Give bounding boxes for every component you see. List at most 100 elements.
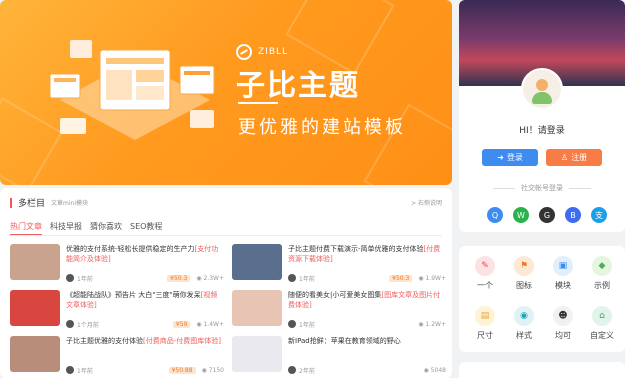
page: ZIBLL 子比主题 更优雅的建站模板 HI！请登录 ➜ 登录 ♙ 注册 社交帐… [0,0,625,378]
user-icon: ➜ [497,153,504,162]
post-thumbnail[interactable] [232,290,282,326]
post-meta: 1年前 ◉ 1.2W+ [288,319,446,329]
view-count: ◉ 1.4W+ [196,320,224,328]
post-thumbnail[interactable] [10,290,60,326]
banner-title: 子比主题 [236,68,361,102]
register-button[interactable]: ♙ 注册 [546,149,602,166]
tab-1[interactable]: 科技早报 [50,221,82,236]
tab-2[interactable]: 猜你喜欢 [90,221,122,236]
post-thumbnail[interactable] [232,244,282,280]
icon-item-0[interactable]: ✎ 一个 [465,256,505,291]
hero-banner[interactable]: ZIBLL 子比主题 更优雅的建站模板 [0,0,452,185]
login-button[interactable]: ➜ 登录 [482,149,538,166]
icon-item-4-icon: ▤ [475,306,495,326]
section-subtitle: 文章mini模块 [51,200,88,207]
icon-item-2-icon: ▣ [553,256,573,276]
post-time: 2年前 [299,367,315,375]
banner-subtitle: 更优雅的建站模板 [238,117,406,138]
logo-text: ZIBLL [258,47,289,57]
icon-item-5-icon: ◉ [514,306,534,326]
author-avatar[interactable] [288,366,296,374]
user-card: HI！请登录 ➜ 登录 ♙ 注册 社交帐号登录 QWGB支 [459,0,625,232]
icon-item-6[interactable]: ☻ 均可 [543,306,583,341]
view-count: ◉ 1.2W+ [418,320,446,328]
icon-item-5[interactable]: ◉ 样式 [504,306,544,341]
post-time: 1年前 [299,275,315,283]
social-login-icons: QWGB支 [487,207,607,223]
icon-item-label: 示例 [594,281,610,290]
post-title[interactable]: 子比主题优雅的支付体验[付费商品-付费图库体验] [66,336,224,346]
avatar[interactable] [521,68,563,110]
author-avatar[interactable] [66,366,74,374]
author-avatar[interactable] [288,320,296,328]
icon-item-label: 均可 [555,331,571,340]
greeting-text: HI！请登录 [519,126,565,136]
wechat-icon[interactable]: W [513,207,529,223]
qq-icon[interactable]: Q [487,207,503,223]
social-login-label: 社交帐号登录 [459,183,625,193]
tabs-divider [10,235,442,236]
post-time: 1年前 [299,321,315,329]
icon-item-6-icon: ☻ [553,306,573,326]
post-meta: 1个月前 ¥59 ◉ 1.4W+ [66,319,224,329]
view-count: ◉ 5048 [423,366,446,374]
author-avatar[interactable] [288,274,296,282]
posts-section: 多栏目 文章mini模块 > 右侧说明 热门文章 科技早报 猜你喜欢 SEO教程 优雅… [0,188,452,378]
author-avatar[interactable] [66,274,74,282]
post-time: 1年前 [77,275,93,283]
post-meta: 2年前 ◉ 5048 [288,365,446,375]
user-add-icon: ♙ [560,153,569,162]
price-badge: ¥50.3 [389,274,413,282]
post-item[interactable]: 《超能陆战队》预告片 大白"三度"萌你发呆[视频文章体验] 1个月前 ¥59 ◉ 1.… [10,290,224,338]
post-time: 1年前 [77,367,93,375]
icon-item-label: 一个 [477,281,493,290]
icon-item-label: 自定义 [590,331,614,340]
post-thumbnail[interactable] [10,244,60,280]
view-count: ◉ 2.3W+ [196,274,224,282]
post-item[interactable]: 新IPad抢鲜：苹果在教育领域的野心 2年前 ◉ 5048 [232,336,446,378]
icon-item-label: 图标 [516,281,532,290]
post-item[interactable]: 子比主题付费下载演示-简单优雅的支付体验[付费资源下载体验] 1年前 ¥50.3 ◉ … [232,244,446,292]
tab-3[interactable]: SEO教程 [130,221,162,236]
author-avatar[interactable] [66,320,74,328]
post-item[interactable]: 子比主题优雅的支付体验[付费商品-付费图库体验] 1年前 ¥50.88 ◉ 7150 [10,336,224,378]
post-meta: 1年前 ¥50.3 ◉ 2.3W+ [66,273,224,283]
alipay-icon[interactable]: 支 [591,207,607,223]
icon-item-label: 尺寸 [477,331,493,340]
post-title[interactable]: 新IPad抢鲜：苹果在教育领域的野心 [288,336,446,346]
view-count: ◉ 7150 [201,366,224,374]
icon-item-7[interactable]: ⌂ 自定义 [582,306,622,341]
price-badge: ¥59 [172,320,191,328]
post-tabs: 热门文章 科技早报 猜你喜欢 SEO教程 [10,221,162,236]
post-title[interactable]: 优雅的支付系统-轻松长提供稳定的生产力[支付功能简介及体验] [66,244,224,264]
icon-item-3[interactable]: ◆ 示例 [582,256,622,291]
post-thumbnail[interactable] [232,336,282,372]
icon-item-1-icon: ⚑ [514,256,534,276]
tab-0[interactable]: 热门文章 [10,221,42,236]
icon-item-label: 样式 [516,331,532,340]
more-link[interactable]: > 右侧说明 [411,198,442,207]
icon-grid-card: ✎ 一个 ⚑ 图标 ▣ 模块 ◆ 示例 ▤ 尺寸 ◉ 样式 ☻ 均可 ⌂ 自定义 [459,246,625,352]
post-item[interactable]: 随便的看美女|小可爱美女图集[图库文章及图片付费体验] 1年前 ◉ 1.2W+ [232,290,446,338]
icon-item-2[interactable]: ▣ 模块 [543,256,583,291]
banner-divider [238,102,278,104]
login-label: 登录 [506,153,523,162]
logo-icon [236,44,252,60]
post-item[interactable]: 优雅的支付系统-轻松长提供稳定的生产力[支付功能简介及体验] 1年前 ¥50.3 ◉ … [10,244,224,292]
icon-item-1[interactable]: ⚑ 图标 [504,256,544,291]
post-thumbnail[interactable] [10,336,60,372]
price-badge: ¥50.88 [168,366,196,374]
post-title[interactable]: 《超能陆战队》预告片 大白"三度"萌你发呆[视频文章体验] [66,290,224,310]
banner-illustration [49,40,215,140]
post-meta: 1年前 ¥50.88 ◉ 7150 [66,365,224,375]
baidu-icon[interactable]: B [565,207,581,223]
post-title[interactable]: 随便的看美女|小可爱美女图集[图库文章及图片付费体验] [288,290,446,310]
sidebar-card-partial [459,362,625,378]
github-icon[interactable]: G [539,207,555,223]
icon-item-3-icon: ◆ [592,256,612,276]
register-label: 注册 [571,153,588,162]
icon-item-4[interactable]: ▤ 尺寸 [465,306,505,341]
icon-item-7-icon: ⌂ [592,306,612,326]
post-title[interactable]: 子比主题付费下载演示-简单优雅的支付体验[付费资源下载体验] [288,244,446,264]
view-count: ◉ 1.9W+ [418,274,446,282]
